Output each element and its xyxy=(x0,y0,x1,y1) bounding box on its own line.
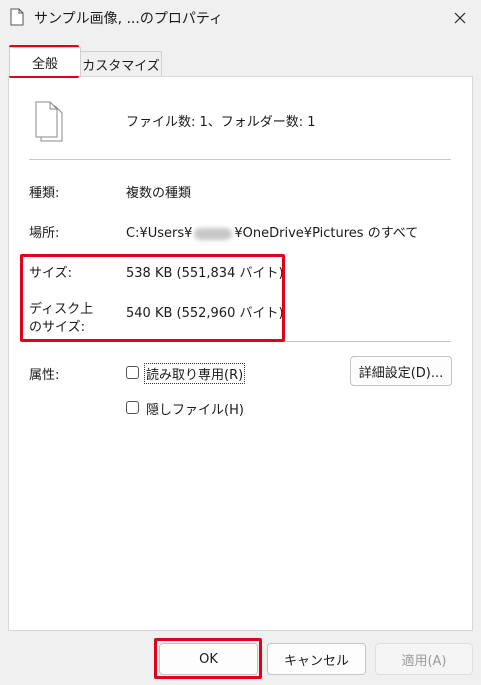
ok-button[interactable]: OK xyxy=(159,643,258,675)
advanced-button-label: 詳細設定(D)... xyxy=(358,365,444,381)
document-icon xyxy=(10,8,24,26)
divider xyxy=(29,159,451,160)
redacted-username xyxy=(194,227,233,240)
cancel-button-label: キャンセル xyxy=(283,653,349,669)
divider xyxy=(29,341,451,342)
readonly-checkbox[interactable] xyxy=(126,366,139,379)
title-bar: サンプル画像, ...のプロパティ xyxy=(0,0,481,34)
size-value: 538 KB (551,834 バイト) xyxy=(126,266,284,281)
multiple-files-icon xyxy=(35,101,63,142)
disk-size-label-line2: のサイズ: xyxy=(29,320,85,335)
file-folder-count: ファイル数: 1、フォルダー数: 1 xyxy=(126,115,316,130)
tab-customize-label: カスタマイズ xyxy=(82,58,160,74)
tab-customize[interactable]: カスタマイズ xyxy=(80,51,162,76)
disk-size-label-line1: ディスク上 xyxy=(29,302,94,317)
close-button[interactable] xyxy=(444,4,476,32)
apply-button-label: 適用(A) xyxy=(401,653,447,669)
disk-size-value: 540 KB (552,960 バイト) xyxy=(126,306,284,321)
tab-general[interactable]: 全般 xyxy=(9,47,81,76)
location-value: C:¥Users¥ ¥OneDrive¥Pictures のすべて xyxy=(126,222,418,241)
hidden-checkbox[interactable] xyxy=(126,401,139,414)
window-title: サンプル画像, ...のプロパティ xyxy=(34,11,223,27)
attributes-label: 属性: xyxy=(29,368,60,383)
size-label: サイズ: xyxy=(29,266,72,281)
readonly-label[interactable]: 読み取り専用(R) xyxy=(143,363,246,384)
advanced-button[interactable]: 詳細設定(D)... xyxy=(350,356,452,386)
ok-button-label: OK xyxy=(199,651,218,667)
apply-button[interactable]: 適用(A) xyxy=(375,643,473,675)
hidden-label[interactable]: 隠しファイル(H) xyxy=(146,399,244,418)
close-icon xyxy=(454,12,466,24)
location-label: 場所: xyxy=(29,226,60,241)
type-value: 複数の種類 xyxy=(126,186,192,201)
cancel-button[interactable]: キャンセル xyxy=(267,643,366,675)
type-label: 種類: xyxy=(29,186,60,201)
location-suffix: ¥OneDrive¥Pictures のすべて xyxy=(234,226,419,241)
tab-general-label: 全般 xyxy=(31,56,58,72)
disk-size-label: ディスク上 のサイズ: xyxy=(29,301,93,337)
location-prefix: C:¥Users¥ xyxy=(126,226,193,241)
